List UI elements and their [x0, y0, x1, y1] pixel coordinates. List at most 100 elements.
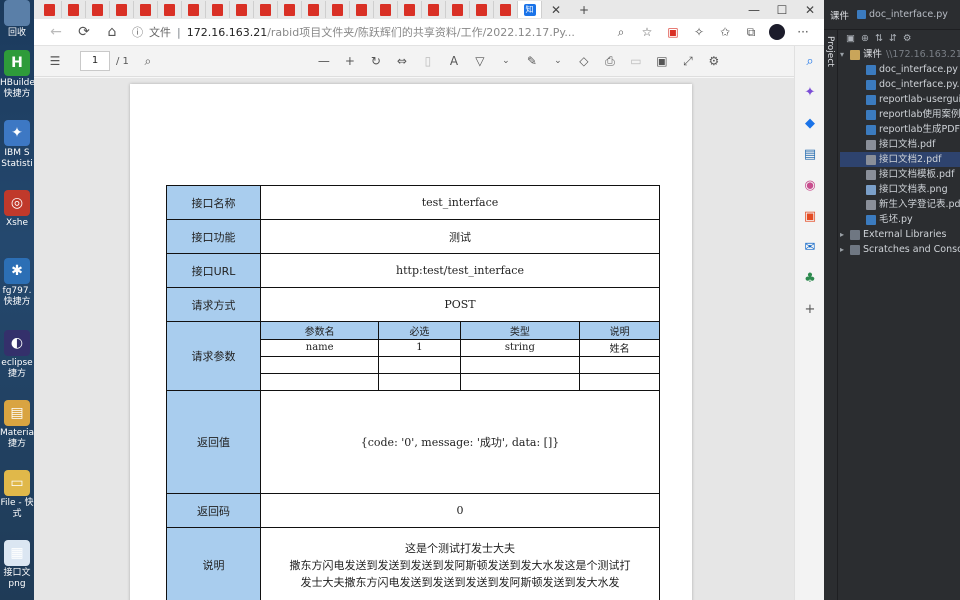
save-disabled-icon[interactable]: ▭ — [623, 54, 649, 68]
target-icon[interactable]: ⊕ — [861, 33, 869, 44]
pdf-viewer[interactable]: 接口名称 test_interface 接口功能 测试 接口URL http:test/t… — [34, 78, 794, 600]
desktop-icon[interactable]: ✦ IBM S Statisti — [0, 120, 34, 170]
tree-file[interactable]: 接口文档表.png — [840, 182, 960, 197]
tree-file[interactable]: doc_interface.py.p — [840, 77, 960, 92]
settings-icon[interactable]: ⚙ — [701, 54, 727, 68]
page-view-icon[interactable]: ▯ — [415, 54, 441, 68]
tab-pdf[interactable] — [302, 1, 326, 18]
tab-pdf[interactable] — [374, 1, 398, 18]
tree-file[interactable]: 接口文档模板.pdf — [840, 167, 960, 182]
highlight-icon[interactable]: ▽ — [467, 54, 493, 68]
favorite-add-icon[interactable]: ☆ — [634, 25, 660, 39]
home-icon[interactable]: ⌂ — [98, 24, 126, 40]
desktop-icon[interactable]: 回收 — [0, 0, 34, 39]
folder-icon — [850, 49, 860, 60]
tab-pdf[interactable] — [470, 1, 494, 18]
contents-icon[interactable]: ☰ — [42, 54, 68, 68]
ide-tab-project[interactable]: 课件 — [830, 8, 849, 22]
collapse-icon[interactable]: ⇅ — [875, 33, 883, 44]
tab-pdf[interactable] — [494, 1, 518, 18]
rotate-icon[interactable]: ↻ — [363, 54, 389, 68]
copilot-icon[interactable]: ✦ — [795, 77, 825, 108]
chevron-down-icon[interactable]: ⌄ — [493, 56, 519, 66]
tree-icon[interactable]: ♣ — [795, 263, 825, 294]
favorites-icon[interactable]: ✩ — [712, 25, 738, 39]
view-icon[interactable]: ▣ — [846, 33, 855, 44]
add-icon[interactable]: + — [795, 294, 825, 325]
tab-active[interactable]: 知 — [518, 1, 542, 18]
close-tab-icon[interactable]: ✕ — [542, 3, 570, 17]
tab-pdf[interactable] — [158, 1, 182, 18]
tab-pdf[interactable] — [350, 1, 374, 18]
zoom-in-icon[interactable]: + — [337, 54, 363, 68]
url-field[interactable]: ⓘ 文件 | 172.16.163.21 /rabid项目文件夹/陈跃辉们的共享… — [132, 21, 608, 43]
desktop-icon[interactable]: ✱ fg797. 快捷方 — [0, 258, 34, 308]
ide-tab-file[interactable]: doc_interface.py — [869, 9, 948, 20]
refresh-icon[interactable]: ⟳ — [70, 24, 98, 40]
tab-pdf[interactable] — [254, 1, 278, 18]
expand-icon[interactable]: ⇵ — [889, 33, 897, 44]
find-icon[interactable]: ⌕ — [135, 54, 161, 69]
read-aloud-icon[interactable]: A — [441, 54, 467, 68]
tab-pdf[interactable] — [38, 1, 62, 18]
tab-pdf[interactable] — [230, 1, 254, 18]
zoom-icon[interactable]: ⌕ — [608, 25, 634, 40]
extensions-icon[interactable]: ✧ — [686, 25, 712, 39]
chevron-down-icon[interactable]: ⌄ — [545, 56, 571, 66]
tree-file[interactable]: 毛坯.py — [840, 212, 960, 227]
project-tool-label[interactable]: Project — [825, 36, 835, 67]
desktop-icon[interactable]: ◎ Xshe — [0, 190, 34, 229]
fullscreen-icon[interactable]: ⤢ — [675, 54, 701, 69]
maximize-icon[interactable]: ☐ — [768, 3, 796, 17]
page-number-input[interactable]: 1 — [80, 51, 110, 71]
desktop-icon[interactable]: ◐ eclipse 捷方 — [0, 330, 34, 380]
tools-icon[interactable]: ▤ — [795, 139, 825, 170]
tree-file[interactable]: 新生入学登记表.pd — [840, 197, 960, 212]
minimize-icon[interactable]: — — [740, 3, 768, 17]
tree-file[interactable]: 接口文档.pdf — [840, 137, 960, 152]
tab-pdf[interactable] — [398, 1, 422, 18]
tab-pdf[interactable] — [326, 1, 350, 18]
tab-pdf[interactable] — [206, 1, 230, 18]
desktop-icon[interactable]: ▦ 接口文 png — [0, 540, 34, 590]
eraser-icon[interactable]: ◇ — [571, 54, 597, 68]
fit-page-icon[interactable]: ⇔ — [389, 54, 415, 68]
tree-file[interactable]: 接口文档2.pdf — [840, 152, 960, 167]
settings-icon[interactable]: ⚙ — [903, 33, 912, 44]
doc-value: 测试 — [260, 219, 660, 254]
more-menu-icon[interactable]: ··· — [790, 25, 816, 39]
tree-file[interactable]: reportlab生成PDF — [840, 122, 960, 137]
tab-pdf[interactable] — [134, 1, 158, 18]
tree-file[interactable]: reportlab-usergui — [840, 92, 960, 107]
tab-pdf[interactable] — [86, 1, 110, 18]
tree-node[interactable]: ▸ Scratches and Conso — [840, 242, 960, 257]
close-window-icon[interactable]: ✕ — [796, 3, 824, 17]
tab-pdf[interactable] — [422, 1, 446, 18]
print-icon[interactable]: ⎙ — [597, 54, 623, 69]
tree-node[interactable]: ▸ External Libraries — [840, 227, 960, 242]
games-icon[interactable]: ◉ — [795, 170, 825, 201]
desktop-icon[interactable]: ▭ File - 快 式 — [0, 470, 34, 520]
extension-red-icon[interactable]: ▣ — [660, 25, 686, 39]
shopping-icon[interactable]: ◆ — [795, 108, 825, 139]
tree-file[interactable]: reportlab使用案例 — [840, 107, 960, 122]
save-icon[interactable]: ▣ — [649, 54, 675, 68]
desktop-icon[interactable]: ▤ Materia 捷方 — [0, 400, 34, 450]
tree-file[interactable]: doc_interface.py — [840, 62, 960, 77]
zoom-out-icon[interactable]: — — [311, 54, 337, 68]
draw-icon[interactable]: ✎ — [519, 54, 545, 68]
tab-pdf[interactable] — [182, 1, 206, 18]
profile-avatar[interactable] — [764, 24, 790, 40]
desktop-icon[interactable]: HHBuilder 快捷方 — [0, 50, 34, 100]
collections-icon[interactable]: ⧉ — [738, 25, 764, 40]
office-icon[interactable]: ▣ — [795, 201, 825, 232]
back-icon[interactable]: ← — [42, 24, 70, 40]
tab-pdf[interactable] — [446, 1, 470, 18]
tree-root[interactable]: ▾ 课件 \\172.16.163.21 — [840, 47, 960, 62]
new-tab-icon[interactable]: + — [570, 3, 598, 17]
tab-pdf[interactable] — [110, 1, 134, 18]
tab-pdf[interactable] — [62, 1, 86, 18]
outlook-icon[interactable]: ✉ — [795, 232, 825, 263]
tab-pdf[interactable] — [278, 1, 302, 18]
search-icon[interactable]: ⌕ — [795, 46, 825, 77]
